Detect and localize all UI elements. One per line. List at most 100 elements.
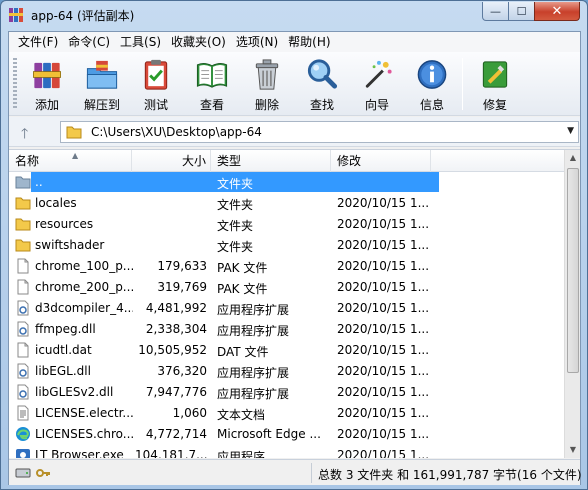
delete-label: 删除	[254, 98, 279, 112]
info-button[interactable]: 信息	[403, 55, 461, 113]
row-modified: 2020/10/15 1...	[337, 196, 430, 210]
table-row[interactable]: swiftshader 文件夹 2020/10/15 1...	[9, 235, 439, 256]
path-text: C:\Users\XU\Desktop\app-64	[91, 125, 262, 139]
view-button[interactable]: 查看	[183, 55, 241, 113]
up-folder-button[interactable]: 🡑	[21, 123, 28, 147]
row-type: 文件夹	[217, 240, 254, 254]
row-modified: 2020/10/15 1...	[337, 217, 430, 231]
test-label: 测试	[143, 98, 168, 112]
test-icon	[144, 59, 168, 90]
repair-icon	[482, 61, 508, 88]
scroll-thumb[interactable]	[567, 168, 579, 373]
file-icon	[17, 258, 29, 274]
row-modified: 2020/10/15 1...	[337, 364, 430, 378]
table-row[interactable]: resources 文件夹 2020/10/15 1...	[9, 214, 439, 235]
repair-label: 修复	[482, 98, 507, 112]
add-button[interactable]: 添加	[18, 55, 76, 113]
menu-help[interactable]: 帮助(H)	[283, 33, 335, 51]
app-window: app-64 (评估副本) — ☐ ✕ 文件(F) 命令(C) 工具(S) 收藏…	[0, 0, 588, 490]
info-icon	[417, 60, 447, 89]
delete-button[interactable]: 删除	[238, 55, 296, 113]
table-row[interactable]: libGLESv2.dll 7,947,776 应用程序扩展 2020/10/15 1…	[9, 382, 439, 403]
row-modified: 2020/10/15 1...	[337, 427, 430, 441]
file-icon	[17, 279, 29, 295]
row-size: 2,338,304	[145, 322, 207, 336]
row-name: LT Browser.exe	[35, 448, 124, 458]
row-name: d3dcompiler_4...	[35, 301, 133, 315]
path-dropdown-icon[interactable]: ▼	[567, 126, 574, 136]
find-icon	[307, 59, 338, 89]
sort-ascending-icon: ▲	[72, 151, 79, 160]
toolbar-grip[interactable]	[13, 58, 17, 110]
row-name: icudtl.dat	[35, 343, 92, 357]
edge-icon	[16, 427, 30, 441]
column-name[interactable]: ▲ 名称	[9, 150, 132, 172]
add-archive-icon	[33, 62, 61, 89]
info-label: 信息	[419, 98, 444, 112]
row-modified: 2020/10/15 1...	[337, 280, 430, 294]
vertical-scrollbar[interactable]: ▲ ▼	[564, 150, 580, 458]
test-button[interactable]: 测试	[127, 55, 185, 113]
row-type: 应用程序	[217, 450, 266, 458]
path-combobox[interactable]: C:\Users\XU\Desktop\app-64 ▼	[60, 121, 579, 143]
row-name: LICENSES.chro...	[35, 427, 133, 441]
folder-icon	[15, 197, 31, 210]
table-row[interactable]: icudtl.dat 10,505,952 DAT 文件 2020/10/15 1..…	[9, 340, 439, 361]
row-type: DAT 文件	[217, 345, 269, 359]
table-row[interactable]: LT Browser.exe 104,181,7... 应用程序 2020/10/15…	[9, 445, 439, 458]
file-list[interactable]: ▲ 名称 大小 类型 修改 .. 文件夹 locales 文件夹 2020/10/15 …	[9, 149, 580, 458]
row-type: PAK 文件	[217, 261, 268, 275]
table-row[interactable]: .. 文件夹	[9, 172, 439, 193]
row-name: ffmpeg.dll	[35, 322, 96, 336]
menu-tools[interactable]: 工具(S)	[115, 33, 166, 51]
view-label: 查看	[199, 98, 224, 112]
extract-button[interactable]: 解压到	[73, 55, 131, 113]
row-modified: 2020/10/15 1...	[337, 259, 430, 273]
table-row[interactable]: LICENSES.chro... 4,772,714 Microsoft Edge …	[9, 424, 439, 445]
menu-file[interactable]: 文件(F)	[13, 33, 63, 51]
dll-icon	[17, 300, 29, 316]
address-bar: 🡑 C:\Users\XU\Desktop\app-64 ▼	[9, 117, 580, 147]
maximize-button[interactable]: ☐	[508, 2, 535, 21]
menu-options[interactable]: 选项(N)	[231, 33, 283, 51]
file-icon	[17, 342, 29, 358]
column-type[interactable]: 类型	[211, 150, 331, 172]
row-type: 文件夹	[217, 219, 254, 233]
menu-favorites[interactable]: 收藏夹(O)	[166, 33, 231, 51]
column-name-label: 名称	[15, 154, 40, 168]
menu-commands[interactable]: 命令(C)	[63, 33, 115, 51]
table-row[interactable]: libEGL.dll 376,320 应用程序扩展 2020/10/15 1...	[9, 361, 439, 382]
row-modified: 2020/10/15 1...	[337, 301, 430, 315]
table-row[interactable]: LICENSE.electr... 1,060 文本文档 2020/10/15 1..…	[9, 403, 439, 424]
key-icon[interactable]	[35, 465, 51, 481]
table-row[interactable]: chrome_100_p... 179,633 PAK 文件 2020/10/15 1…	[9, 256, 439, 277]
table-row[interactable]: chrome_200_p... 319,769 PAK 文件 2020/10/15 1…	[9, 277, 439, 298]
find-button[interactable]: 查找	[293, 55, 351, 113]
title-bar[interactable]: app-64 (评估副本) — ☐ ✕	[1, 1, 587, 29]
row-size: 4,772,714	[145, 427, 207, 441]
close-button[interactable]: ✕	[534, 2, 580, 21]
row-type: 文件夹	[217, 198, 254, 212]
table-row[interactable]: ffmpeg.dll 2,338,304 应用程序扩展 2020/10/15 1...	[9, 319, 439, 340]
column-size[interactable]: 大小	[132, 150, 211, 172]
toolbar-separator	[462, 58, 463, 110]
table-row[interactable]: d3dcompiler_4... 4,481,992 应用程序扩展 2020/10/1…	[9, 298, 439, 319]
row-modified: 2020/10/15 1...	[337, 322, 430, 336]
column-modified[interactable]: 修改	[331, 150, 431, 172]
extract-label: 解压到	[83, 98, 120, 112]
scroll-up-button[interactable]: ▲	[566, 150, 580, 166]
row-name: swiftshader	[35, 238, 105, 252]
row-type: 文本文档	[217, 408, 266, 422]
repair-button[interactable]: 修复	[466, 55, 524, 113]
table-row[interactable]: locales 文件夹 2020/10/15 1...	[9, 193, 439, 214]
scroll-down-button[interactable]: ▼	[566, 442, 580, 458]
row-type: 应用程序扩展	[217, 303, 290, 317]
row-type: 应用程序扩展	[217, 387, 290, 401]
wizard-button[interactable]: 向导	[348, 55, 406, 113]
winrar-app-icon	[9, 8, 23, 22]
row-name: LICENSE.electr...	[35, 406, 133, 420]
row-name: libGLESv2.dll	[35, 385, 114, 399]
wizard-label: 向导	[364, 98, 389, 112]
minimize-button[interactable]: —	[482, 2, 509, 21]
drive-icon[interactable]	[15, 465, 31, 481]
